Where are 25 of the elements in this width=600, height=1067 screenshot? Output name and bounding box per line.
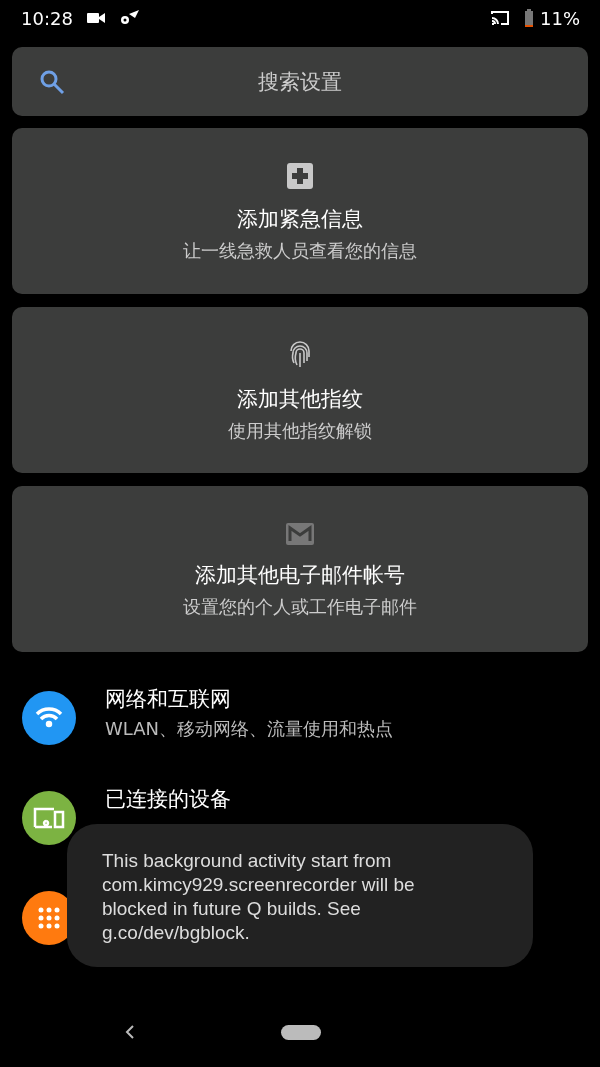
home-button[interactable] [281, 1024, 321, 1040]
battery-icon [524, 9, 534, 27]
suggestion-card[interactable]: 添加紧急信息 让一线急救人员查看您的信息 [12, 128, 588, 294]
cast-icon [490, 10, 510, 26]
search-field[interactable]: 搜索设置 [66, 68, 534, 95]
video-camera-icon [86, 12, 105, 24]
card-subtitle: 设置您的个人或工作电子邮件 [183, 595, 417, 619]
search-bar[interactable]: 搜索设置 [12, 47, 588, 116]
card-subtitle: 让一线急救人员查看您的信息 [183, 239, 417, 263]
setting-title[interactable]: 已连接的设备 [105, 787, 231, 812]
setting-subtitle: WLAN、移动网络、流量使用和热点 [105, 717, 394, 742]
mail-icon [286, 523, 314, 545]
status-time: 10:28 [21, 7, 73, 29]
card-title: 添加其他指纹 [237, 386, 363, 413]
card-title: 添加紧急信息 [237, 206, 363, 233]
back-icon[interactable] [124, 1024, 136, 1040]
background-activity-toast: This background activity start from com.kimcy929.screenrecorder will be blocked in future Q builds. See g.co/dev/bgblock. [67, 824, 533, 967]
card-title: 添加其他电子邮件帐号 [195, 562, 405, 589]
setting-title[interactable]: 网络和互联网 [105, 687, 394, 712]
suggestion-card[interactable]: 添加其他电子邮件帐号 设置您的个人或工作电子邮件 [12, 486, 588, 652]
plus-icon [287, 163, 313, 189]
suggestion-card[interactable]: 添加其他指纹 使用其他指纹解锁 [12, 307, 588, 473]
fingerprint-icon [287, 341, 313, 369]
battery-percent: 11% [540, 7, 580, 29]
card-subtitle: 使用其他指纹解锁 [228, 419, 372, 443]
